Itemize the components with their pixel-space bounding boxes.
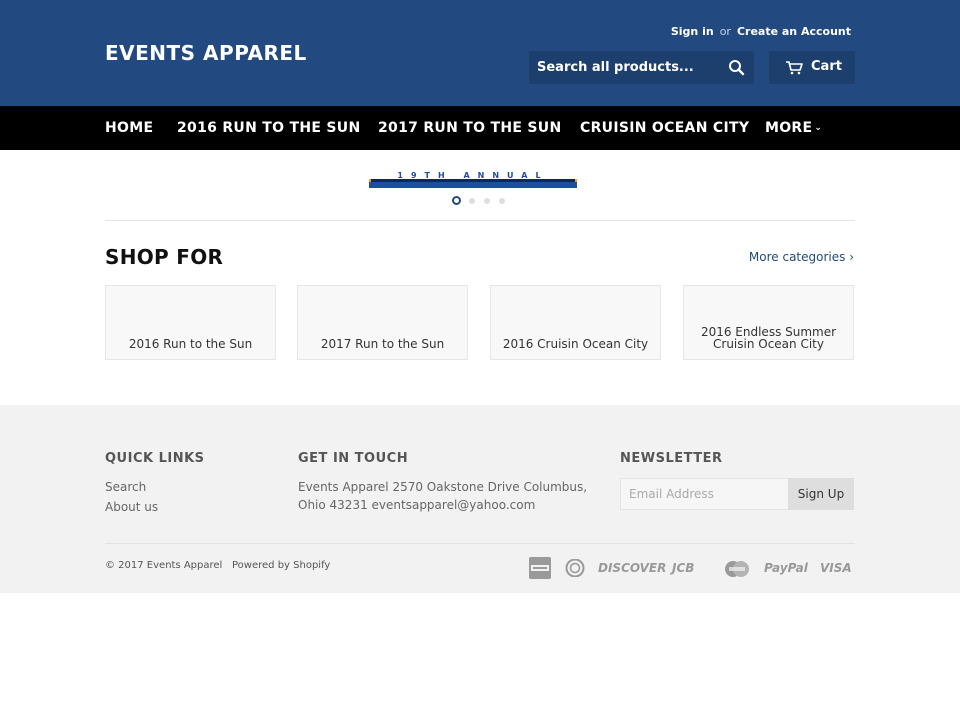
hero-banner-text: 19TH ANNUAL <box>397 171 548 180</box>
site-logo[interactable]: EVENTS APPAREL <box>105 41 307 65</box>
get-in-touch-heading: GET IN TOUCH <box>298 451 409 466</box>
category-tile[interactable]: 2016 Run to the Sun <box>105 285 276 360</box>
slider-dot-1[interactable] <box>452 196 461 205</box>
mastercard-icon <box>723 560 751 581</box>
slider-dot-2[interactable] <box>469 198 475 204</box>
main-nav: HOME 2016 RUN TO THE SUN 2017 RUN TO THE… <box>0 106 960 150</box>
or-separator: or <box>719 25 731 38</box>
nav-item-2017-run-to-the-sun[interactable]: 2017 RUN TO THE SUN <box>378 120 561 136</box>
copyright-text: © 2017 Events Apparel <box>105 560 223 571</box>
category-label: 2016 Run to the Sun <box>128 337 253 351</box>
chevron-down-icon: ⌄ <box>814 123 823 133</box>
visa-icon: VISA <box>820 561 852 575</box>
nav-more-label: MORE <box>765 120 813 136</box>
cart-icon <box>785 60 803 79</box>
category-tile[interactable]: 2017 Run to the Sun <box>297 285 468 360</box>
category-label: 2017 Run to the Sun <box>320 337 445 351</box>
discover-icon: DISCOVER <box>598 561 667 575</box>
account-links: Sign in or Create an Account <box>671 25 851 38</box>
cart-button[interactable]: Cart <box>769 51 855 84</box>
footer-divider <box>105 543 855 544</box>
newsletter-heading: NEWSLETTER <box>620 451 723 466</box>
more-categories-link[interactable]: More categories › <box>749 250 854 264</box>
shop-for-title: SHOP FOR <box>105 245 224 269</box>
site-footer: QUICK LINKS Search About us GET IN TOUCH… <box>0 405 960 593</box>
category-tile[interactable]: 2016 Endless Summer Cruisin Ocean City <box>683 285 854 360</box>
cart-label: Cart <box>811 59 842 74</box>
search-form <box>529 51 754 84</box>
quick-links-heading: QUICK LINKS <box>105 451 205 466</box>
sign-in-link[interactable]: Sign in <box>671 25 714 38</box>
contact-address: Events Apparel 2570 Oakstone Drive Colum… <box>298 480 588 512</box>
nav-item-home[interactable]: HOME <box>105 120 153 136</box>
slider-dot-3[interactable] <box>484 198 490 204</box>
search-input[interactable] <box>529 51 719 84</box>
hero-slide-image[interactable]: 19TH ANNUAL <box>369 170 577 188</box>
powered-by-shopify-link[interactable]: Powered by Shopify <box>232 560 330 571</box>
american-express-icon <box>529 557 551 582</box>
paypal-icon: PayPal <box>764 561 808 575</box>
nav-item-2016-run-to-the-sun[interactable]: 2016 RUN TO THE SUN <box>177 120 360 136</box>
diners-club-icon <box>564 558 586 580</box>
site-header: EVENTS APPAREL Sign in or Create an Accoun… <box>0 0 960 106</box>
create-account-link[interactable]: Create an Account <box>737 25 851 38</box>
nav-item-more[interactable]: MORE ⌄ <box>765 120 822 136</box>
category-label: 2016 Cruisin Ocean City <box>502 337 649 351</box>
section-divider <box>105 220 855 221</box>
category-tile[interactable]: 2016 Cruisin Ocean City <box>490 285 661 360</box>
category-label: 2016 Endless Summer Cruisin Ocean City <box>700 325 837 351</box>
slider-dot-4[interactable] <box>499 198 505 204</box>
footer-link-about-us[interactable]: About us <box>105 500 158 514</box>
search-icon[interactable] <box>728 59 746 77</box>
newsletter-email-input[interactable] <box>620 478 789 510</box>
jcb-icon: JCB <box>672 561 695 575</box>
newsletter-signup-button[interactable]: Sign Up <box>788 478 854 510</box>
nav-item-cruisin-ocean-city[interactable]: CRUISIN OCEAN CITY <box>580 120 749 136</box>
footer-link-search[interactable]: Search <box>105 480 146 494</box>
